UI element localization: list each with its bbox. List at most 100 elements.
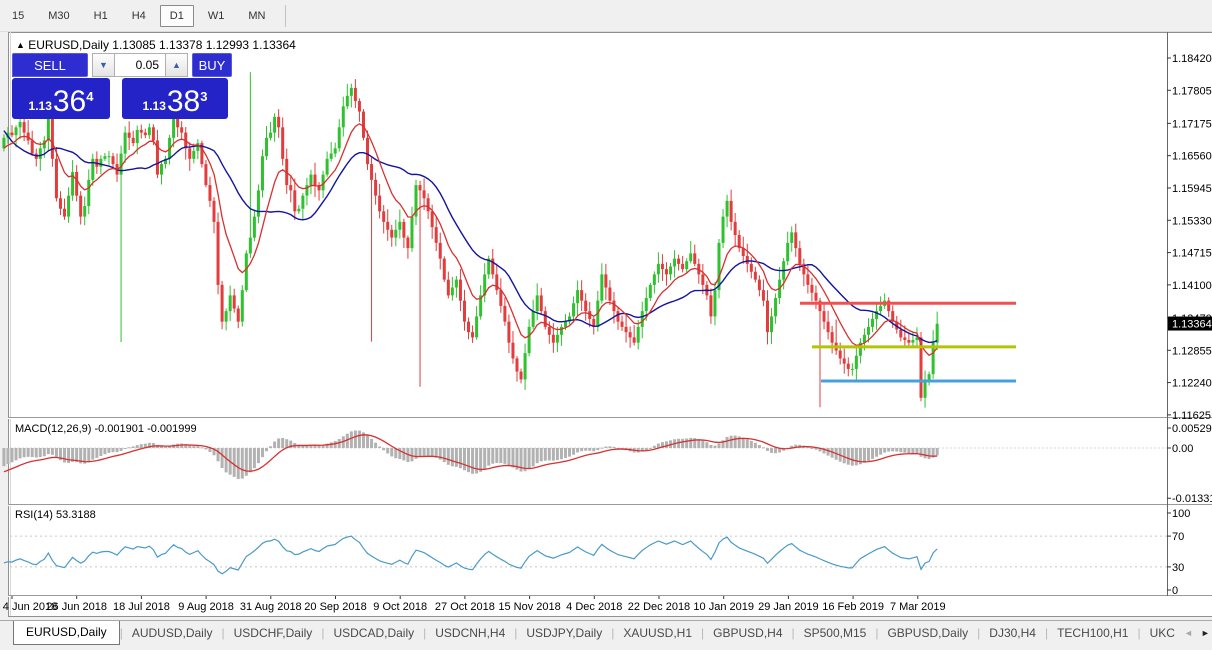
timeframe-button-15[interactable]: 15	[2, 5, 34, 27]
candle	[333, 148, 337, 154]
sell-button[interactable]: SELL	[12, 53, 88, 77]
candle	[410, 216, 414, 249]
chart-tab-gbpusd-h4[interactable]: GBPUSD,H4	[704, 623, 791, 643]
candle	[733, 221, 737, 235]
candle	[454, 279, 458, 288]
candle	[325, 158, 329, 175]
candle	[871, 319, 875, 327]
candle	[576, 290, 580, 304]
timeframe-button-m30[interactable]: M30	[38, 5, 79, 27]
candle	[269, 132, 273, 138]
candle	[329, 153, 333, 159]
chart-tab-usdcnh-h4[interactable]: USDCNH,H4	[426, 623, 514, 643]
price-tick-label: 1.18420	[1172, 53, 1212, 65]
chart-tab-usdchf-daily[interactable]: USDCHF,Daily	[225, 623, 322, 643]
chart-tab-dj30-h4[interactable]: DJ30,H4	[980, 623, 1045, 643]
candle	[390, 229, 394, 238]
candle	[374, 179, 378, 196]
candle	[660, 263, 664, 270]
candle	[673, 258, 677, 267]
candle	[430, 211, 434, 228]
chart-tab-gbpusd-daily[interactable]: GBPUSD,Daily	[878, 623, 977, 643]
candle	[75, 171, 79, 196]
candle	[357, 101, 361, 112]
candle	[236, 308, 240, 322]
timeframe-button-w1[interactable]: W1	[198, 5, 235, 27]
candle	[252, 216, 256, 238]
candle	[531, 311, 535, 327]
timeframe-button-h1[interactable]: H1	[84, 5, 118, 27]
chart-tab-sp500-m15[interactable]: SP500,M15	[795, 623, 876, 643]
candle	[273, 116, 277, 133]
macd-indicator-label: MACD(12,26,9) -0.001901 -0.001999	[15, 423, 197, 435]
price-tick-label: 1.15330	[1172, 215, 1212, 227]
date-tick-label: 9 Oct 2018	[373, 601, 427, 613]
chart-tab-usdjpy-daily[interactable]: USDJPY,Daily	[517, 623, 611, 643]
candle	[256, 190, 260, 217]
sell-price-display[interactable]: 1.13 36 4	[12, 78, 110, 119]
macd-tick-label: 0.00	[1172, 443, 1193, 455]
collapse-panel-icon[interactable]: ▲	[16, 40, 25, 50]
candle	[147, 127, 151, 136]
candle	[394, 229, 398, 238]
price-tick-label: 1.14715	[1172, 248, 1212, 260]
candle	[681, 263, 685, 270]
timeframe-button-mn[interactable]: MN	[238, 5, 275, 27]
candle	[656, 263, 660, 275]
candle	[911, 340, 915, 343]
candle	[248, 237, 252, 254]
candle	[281, 127, 285, 159]
candle	[563, 321, 567, 327]
candle	[507, 321, 511, 343]
candle	[103, 156, 107, 159]
candle	[527, 326, 531, 354]
candle	[127, 132, 131, 138]
chart-tab-tech100-h1[interactable]: TECH100,H1	[1048, 623, 1137, 643]
price-tick-label: 1.17805	[1172, 85, 1212, 97]
candle	[337, 127, 341, 149]
candle	[313, 174, 317, 186]
chart-tab-usdcad-daily[interactable]: USDCAD,Daily	[324, 623, 423, 643]
chart-tab-ukc[interactable]: UKC	[1141, 623, 1184, 643]
buy-price-display[interactable]: 1.13 38 3	[122, 78, 228, 119]
candle	[648, 284, 652, 299]
chart-tab-bar: EURUSD,Daily | AUDUSD,Daily | USDCHF,Daily | U…	[0, 620, 1212, 645]
chart-tab-audusd-daily[interactable]: AUDUSD,Daily	[123, 623, 222, 643]
candle	[208, 185, 212, 201]
lot-increase-button[interactable]: ▲	[165, 53, 188, 77]
candle	[353, 87, 357, 102]
candle	[745, 256, 749, 264]
lot-decrease-button[interactable]: ▼	[92, 53, 115, 77]
timeframe-button-d1[interactable]: D1	[159, 4, 194, 27]
candle	[378, 195, 382, 212]
macd-tick-label: -0.01331	[1172, 493, 1212, 505]
candle	[620, 321, 624, 327]
candle	[143, 132, 147, 136]
date-tick-label: 18 Jul 2018	[113, 601, 170, 613]
candle	[232, 295, 236, 309]
candle	[753, 271, 757, 280]
price-tick-label: 1.14100	[1172, 280, 1212, 292]
buy-button[interactable]: BUY	[192, 53, 232, 77]
price-tick-label: 1.17175	[1172, 118, 1212, 130]
candle	[438, 242, 442, 259]
tab-scroll-left-icon[interactable]: ◄	[1184, 628, 1193, 638]
candle	[212, 200, 216, 222]
tab-scroll-right-icon[interactable]: ►	[1201, 628, 1210, 638]
candle	[458, 279, 462, 301]
lot-size-input[interactable]	[115, 53, 165, 77]
chart-tab-xauusd-h1[interactable]: XAUUSD,H1	[614, 623, 701, 643]
candle	[810, 284, 814, 293]
chart-tab-eurusd-daily[interactable]: EURUSD,Daily	[13, 621, 120, 645]
candle	[159, 164, 163, 175]
timeframe-button-h4[interactable]: H4	[122, 5, 156, 27]
candle	[652, 274, 656, 285]
candle	[551, 334, 555, 343]
candle	[523, 353, 527, 380]
candle	[434, 227, 438, 243]
timeframe-toolbar: 15 M30 H1 H4 D1 W1 MN	[0, 0, 1212, 32]
candle	[757, 279, 761, 291]
candle	[349, 87, 353, 96]
candle	[67, 195, 71, 217]
candle	[188, 148, 192, 159]
